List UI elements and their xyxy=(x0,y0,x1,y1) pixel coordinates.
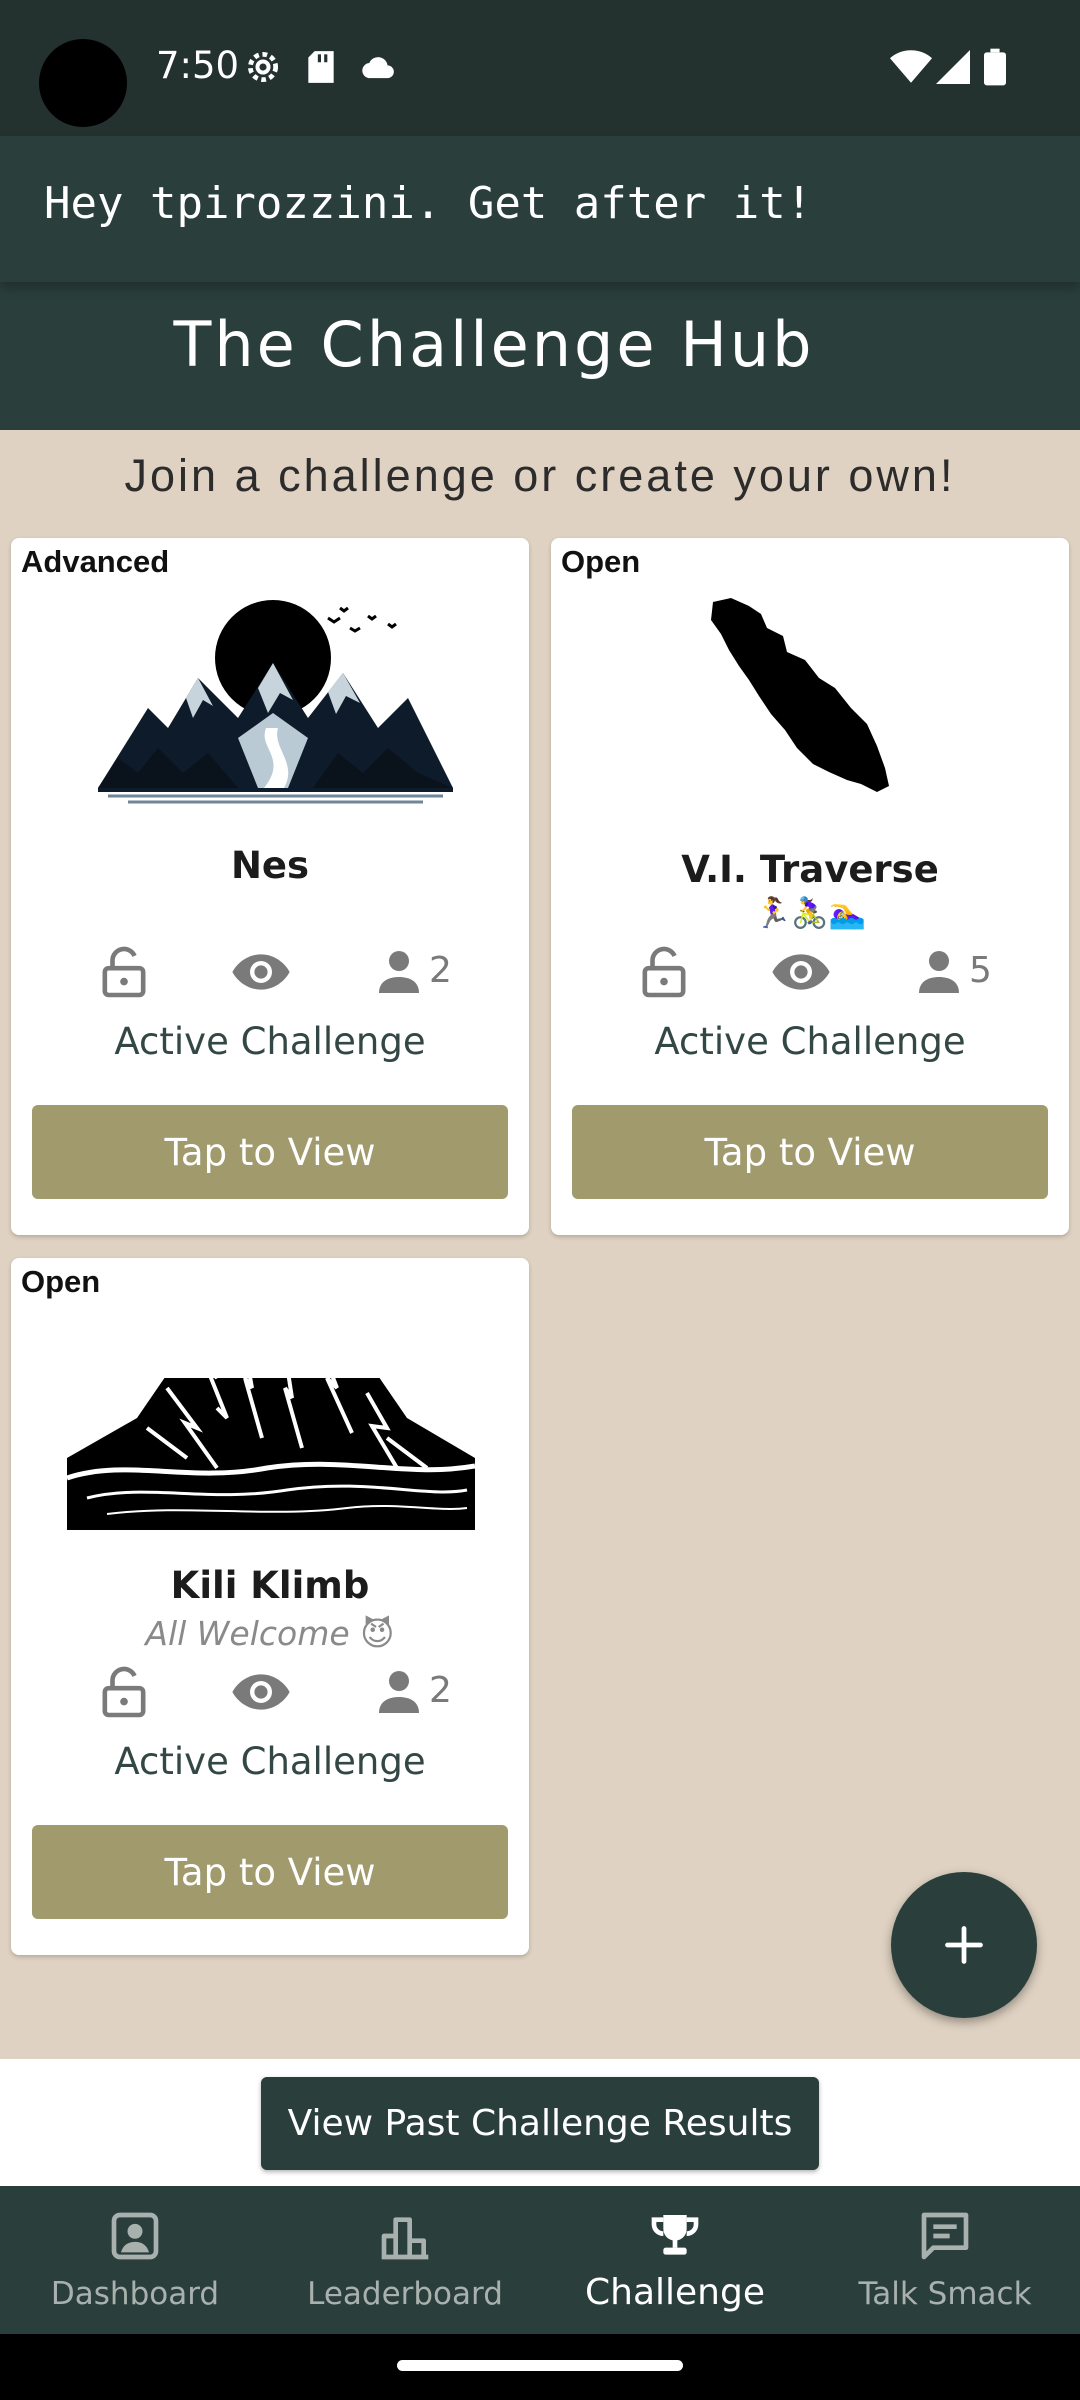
chat-message-icon xyxy=(921,2212,969,2260)
card-subtitle-emojis: 🏃‍♀️🚴‍♀️🏊‍♀️ xyxy=(753,896,867,931)
tap-to-view-button[interactable]: Tap to View xyxy=(32,1825,508,1919)
view-past-results-button[interactable]: View Past Challenge Results xyxy=(261,2077,819,2170)
nav-label: Leaderboard xyxy=(307,2276,503,2312)
card-stats: 2 xyxy=(11,942,529,1002)
bar-chart-icon xyxy=(381,2217,429,2260)
nav-label: Talk Smack xyxy=(858,2276,1032,2312)
greeting-text: Hey tpirozzini. Get after it! xyxy=(44,178,813,229)
status-bar: 7:50 xyxy=(0,0,1080,136)
challenge-card-vi-traverse[interactable]: Open V.I. Traverse 🏃‍♀️🚴‍♀️🏊‍♀️ 5 Active… xyxy=(551,538,1069,1235)
card-status: Active Challenge xyxy=(654,1020,966,1063)
home-gesture-handle[interactable] xyxy=(397,2360,683,2371)
nav-label: Challenge xyxy=(585,2272,765,2313)
cloud-icon xyxy=(362,57,394,79)
tap-to-view-button[interactable]: Tap to View xyxy=(32,1105,508,1199)
cell-signal-icon xyxy=(936,50,970,84)
card-tag: Open xyxy=(561,544,641,579)
person-icon xyxy=(379,1671,419,1713)
lock-open-icon xyxy=(102,1666,146,1718)
settings-gear-icon xyxy=(247,51,279,83)
challenge-card-nes[interactable]: Advanced Nes 2 Active Challenge Tap to V… xyxy=(11,538,529,1235)
card-title: V.I. Traverse xyxy=(681,848,939,891)
card-title: Nes xyxy=(230,844,310,887)
tap-to-view-button[interactable]: Tap to View xyxy=(572,1105,1048,1199)
battery-icon xyxy=(984,48,1006,86)
person-icon xyxy=(919,951,959,993)
wifi-icon xyxy=(890,50,932,83)
nav-item-leaderboard[interactable]: Leaderboard xyxy=(270,2186,540,2334)
user-badge-icon xyxy=(111,2212,159,2260)
island-silhouette-icon xyxy=(711,598,889,792)
nav-item-challenge[interactable]: Challenge xyxy=(540,2186,810,2334)
nav-item-talk-smack[interactable]: Talk Smack xyxy=(810,2186,1080,2334)
eye-icon xyxy=(232,954,290,990)
eye-icon xyxy=(232,1674,290,1710)
card-stats: 2 xyxy=(11,1662,529,1722)
lock-open-icon xyxy=(102,946,146,998)
member-count: 2 xyxy=(429,1670,452,1711)
nav-item-dashboard[interactable]: Dashboard xyxy=(0,2186,270,2334)
member-count: 2 xyxy=(429,950,452,991)
member-count: 5 xyxy=(969,950,992,991)
kilimanjaro-mountain-icon xyxy=(67,1308,475,1530)
card-subtitle: All Welcome 😈 xyxy=(145,1614,395,1653)
page-subtitle: Join a challenge or create your own! xyxy=(124,450,956,501)
page-title: The Challenge Hub xyxy=(173,308,815,381)
status-time: 7:50 xyxy=(156,44,240,87)
card-stats: 5 xyxy=(551,942,1069,1002)
camera-cutout xyxy=(39,39,127,127)
sd-card-icon xyxy=(308,51,334,83)
card-title: Kili Klimb xyxy=(170,1564,370,1607)
card-tag: Advanced xyxy=(21,544,170,579)
card-tag: Open xyxy=(21,1264,101,1299)
lock-open-icon xyxy=(642,946,686,998)
challenge-card-kili-klimb[interactable]: Open Kili Klimb All Welcome 😈 2 Active C… xyxy=(11,1258,529,1955)
plus-icon xyxy=(945,1926,983,1964)
eye-icon xyxy=(772,954,830,990)
nav-label: Dashboard xyxy=(50,2276,220,2312)
card-status: Active Challenge xyxy=(114,1740,426,1783)
mountain-lake-moon-icon xyxy=(88,588,463,808)
card-status: Active Challenge xyxy=(114,1020,426,1063)
person-icon xyxy=(379,951,419,993)
create-challenge-fab[interactable] xyxy=(891,1872,1037,2018)
bottom-nav: Dashboard Leaderboard Challenge Talk Sma… xyxy=(0,2186,1080,2334)
trophy-icon xyxy=(651,2215,699,2255)
